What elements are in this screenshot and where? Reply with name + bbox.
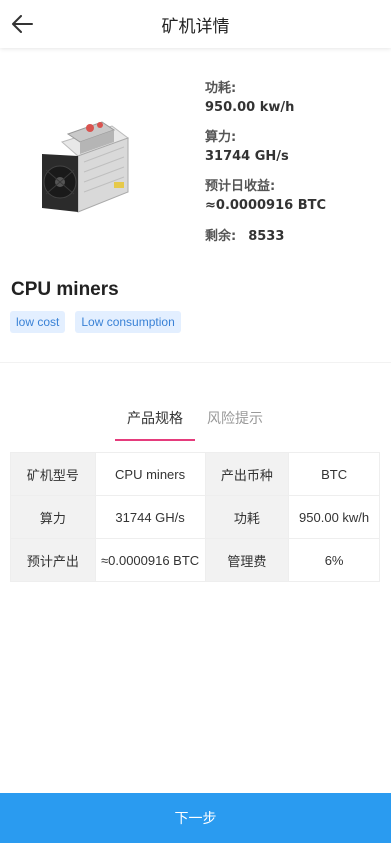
- arrow-left-icon: [12, 15, 33, 33]
- power-value: 950.00 kw/h: [205, 100, 295, 115]
- tab-bar: 产品规格 风险提示: [0, 400, 391, 442]
- section-divider: [0, 362, 391, 363]
- power-spec: 功耗: 950.00 kw/h: [205, 80, 385, 118]
- power-label: 功耗:: [205, 81, 237, 96]
- hashrate-spec: 算力: 31744 GH/s: [205, 129, 385, 167]
- table-cell-key: 功耗: [204, 495, 290, 539]
- table-row: 预计产出 ≈0.0000916 BTC 管理费 6%: [10, 538, 380, 582]
- table-cell-key: 矿机型号: [10, 452, 96, 496]
- table-cell-key: 管理费: [204, 538, 290, 582]
- table-cell-key: 产出币种: [204, 452, 290, 496]
- back-button[interactable]: [6, 8, 38, 40]
- tag-list: low cost Low consumption: [10, 311, 181, 333]
- product-card: 功耗: 950.00 kw/h 算力: 31744 GH/s 预计日收益: ≈0…: [0, 62, 391, 362]
- tab-risk-warning[interactable]: 风险提示: [195, 400, 275, 440]
- remaining-spec: 剩余: 8533: [205, 227, 385, 247]
- tab-product-specs[interactable]: 产品规格: [115, 400, 195, 440]
- remaining-value: 8533: [248, 229, 285, 244]
- table-cell-key: 算力: [10, 495, 96, 539]
- spec-summary: 功耗: 950.00 kw/h 算力: 31744 GH/s 预计日收益: ≈0…: [205, 80, 385, 247]
- table-row: 算力 31744 GH/s 功耗 950.00 kw/h: [10, 495, 380, 539]
- table-cell-value: 950.00 kw/h: [288, 495, 380, 539]
- table-row: 矿机型号 CPU miners 产出币种 BTC: [10, 452, 380, 496]
- table-cell-key: 预计产出: [10, 538, 96, 582]
- daily-income-value: ≈0.0000916 BTC: [205, 198, 327, 213]
- hashrate-value: 31744 GH/s: [205, 149, 289, 164]
- table-cell-value: 6%: [288, 538, 380, 582]
- daily-income-spec: 预计日收益: ≈0.0000916 BTC: [205, 178, 385, 216]
- asic-miner-icon: [42, 121, 130, 213]
- next-step-button[interactable]: 下一步: [0, 793, 391, 843]
- remaining-label: 剩余:: [205, 229, 237, 244]
- tag-low-consumption: Low consumption: [75, 311, 181, 333]
- table-cell-value: BTC: [288, 452, 380, 496]
- table-cell-value: CPU miners: [94, 452, 206, 496]
- tag-low-cost: low cost: [10, 311, 66, 333]
- table-cell-value: 31744 GH/s: [94, 495, 206, 539]
- active-tab-indicator: [115, 439, 195, 441]
- page-title: 矿机详情: [161, 16, 230, 37]
- product-name: CPU miners: [11, 279, 119, 300]
- spec-table: 矿机型号 CPU miners 产出币种 BTC 算力 31744 GH/s 功…: [10, 452, 380, 582]
- top-bar: 矿机详情: [0, 0, 391, 48]
- hashrate-label: 算力:: [205, 130, 237, 145]
- daily-income-label: 预计日收益:: [205, 179, 276, 194]
- table-cell-value: ≈0.0000916 BTC: [94, 538, 206, 582]
